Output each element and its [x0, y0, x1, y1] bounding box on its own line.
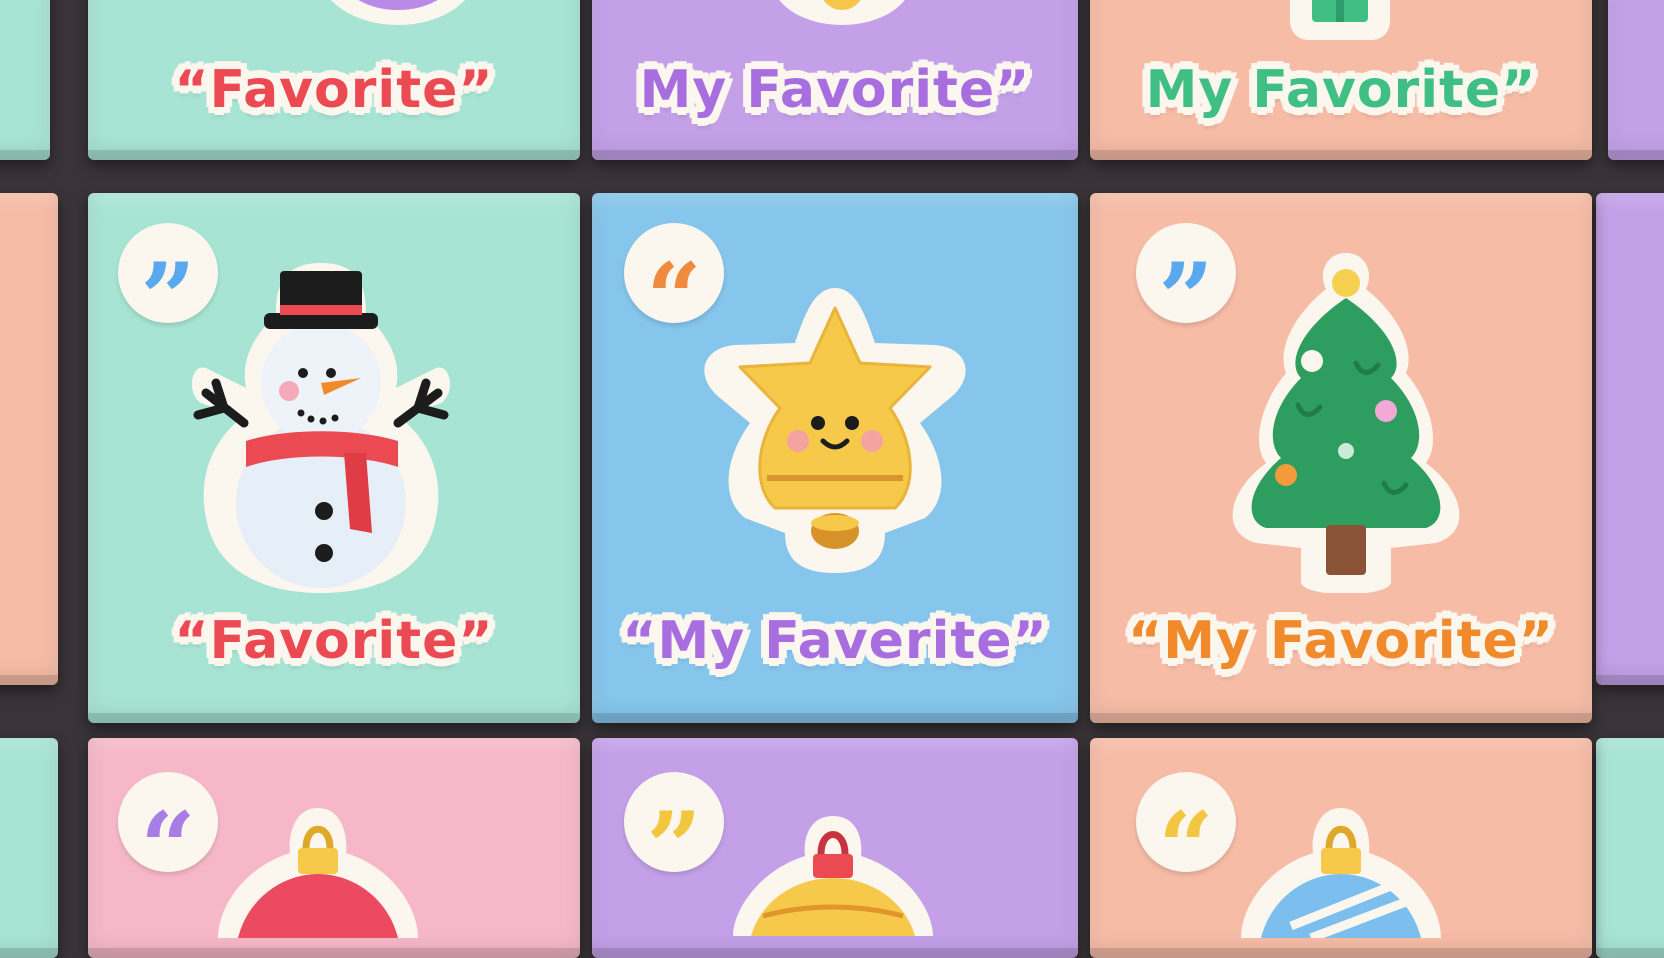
- star-bell-icon: [695, 283, 975, 573]
- ornament-icon: [218, 808, 418, 938]
- tile-label: “Favorite”: [174, 60, 494, 120]
- quote-icon: ”: [1136, 223, 1236, 347]
- christmas-tree-icon: [1226, 253, 1466, 593]
- edge-box-left-bottom: [0, 738, 58, 958]
- quote-icon: “: [1136, 772, 1236, 896]
- edge-box-right-bottom: [1596, 738, 1664, 958]
- tile-top-middle: My Favorite”: [592, 0, 1078, 160]
- tile-bottom-middle: ”: [592, 738, 1078, 958]
- sticker-partial-icon: [308, 0, 488, 30]
- snowman-icon: [176, 253, 466, 593]
- tile-bottom-left: “: [88, 738, 580, 958]
- gift-icon: [1290, 0, 1390, 45]
- tile-label: My Favorite”: [1145, 60, 1537, 120]
- tile-top-right: My Favorite”: [1090, 0, 1592, 160]
- edge-box-left-mid: [0, 193, 58, 685]
- tile-christmas-tree: ” “My Favorite”: [1090, 193, 1592, 723]
- quote-icon: “: [118, 772, 218, 896]
- tile-bottom-right: “: [1090, 738, 1592, 958]
- edge-box-right-top: [1608, 0, 1664, 160]
- edge-box-right-mid: [1596, 193, 1664, 685]
- ornament-icon: [1241, 808, 1441, 938]
- tile-label: “Favorite”: [174, 611, 494, 671]
- tile-label: My Favorite”: [639, 60, 1031, 120]
- tile-label: “My Favorite”: [1128, 611, 1554, 671]
- tile-star-bell: “ “My Faverite”: [592, 193, 1078, 723]
- tile-label: “My Faverite”: [622, 611, 1048, 671]
- quote-icon: ”: [624, 772, 724, 896]
- tile-top-left: “Favorite”: [88, 0, 580, 160]
- tile-snowman: ” “Favorite”: [88, 193, 580, 723]
- ornament-icon: [733, 816, 933, 936]
- edge-box-left-top: [0, 0, 50, 160]
- sticker-partial-icon: [762, 0, 922, 40]
